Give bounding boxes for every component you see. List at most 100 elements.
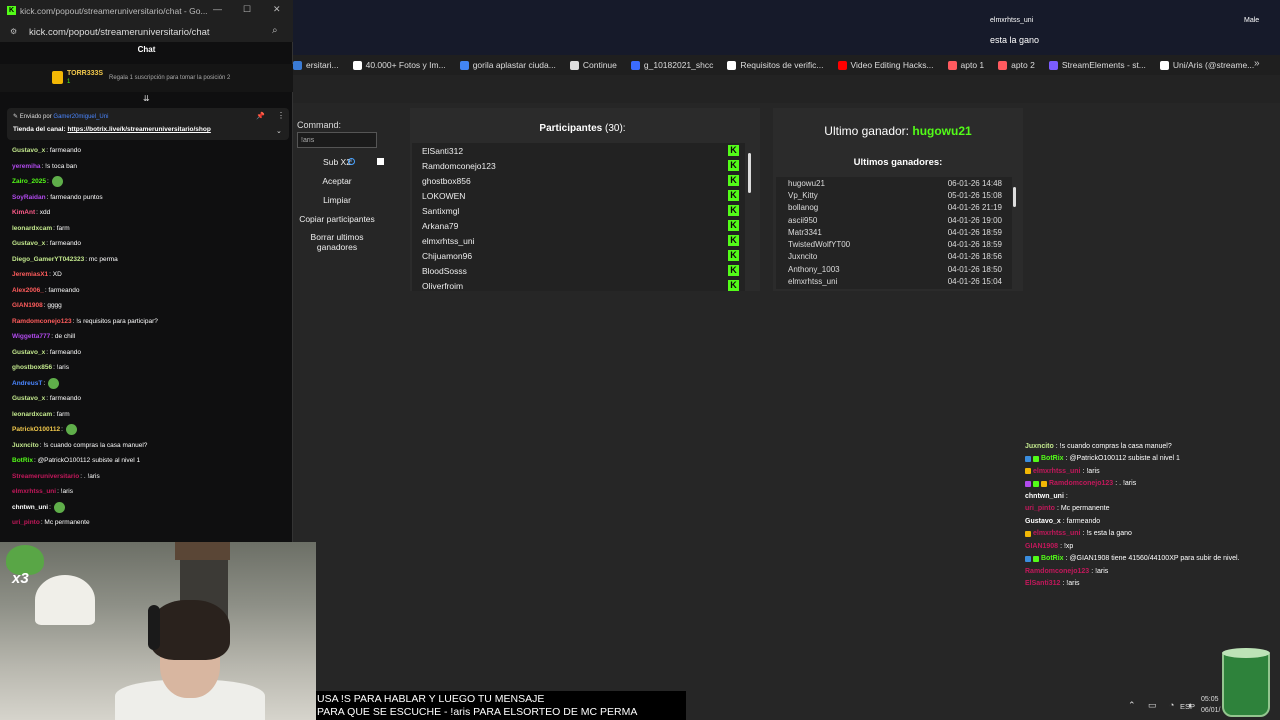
- chevron-down-icon[interactable]: ⌄: [276, 127, 282, 135]
- chat-username[interactable]: Juxncito: [12, 442, 39, 449]
- chat-username[interactable]: Diego_GamerYT042323: [12, 256, 84, 263]
- participant-row[interactable]: LOKOWEN K: [412, 188, 745, 203]
- chat-message-row[interactable]: Alex2006_: farmeando: [0, 283, 293, 299]
- command-input[interactable]: [297, 132, 377, 148]
- chat-message-row[interactable]: leonardxcam: farm: [0, 407, 293, 423]
- copy-participants-button[interactable]: Copiar participantes: [297, 214, 377, 224]
- tray-language[interactable]: ESP: [1180, 702, 1195, 711]
- chat-username[interactable]: GIAN1908: [12, 302, 43, 309]
- sub-x2-checkbox[interactable]: [377, 158, 384, 165]
- chat-message-row[interactable]: SoyRaidan: farmeando puntos: [0, 190, 293, 206]
- tray-date[interactable]: 06/01/: [1201, 707, 1220, 714]
- chat-message-row[interactable]: chntwn_uni:: [0, 500, 293, 516]
- zoom-icon[interactable]: ⌕: [272, 25, 278, 36]
- chat-message-row[interactable]: elmxrhtss_uni: !aris: [0, 484, 293, 500]
- close-icon[interactable]: ✕: [273, 4, 281, 15]
- chat-username[interactable]: elmxrhtss_uni: [12, 488, 56, 495]
- chat-username[interactable]: Wiggetta777: [12, 333, 50, 340]
- pin-icon[interactable]: 📌: [256, 112, 265, 120]
- info-icon[interactable]: i: [348, 158, 355, 165]
- accept-button[interactable]: Aceptar: [297, 176, 377, 186]
- gift-user[interactable]: TORR333S: [67, 70, 103, 77]
- site-settings-icon[interactable]: ⚙: [10, 27, 17, 36]
- bookmark-item[interactable]: apto 1: [947, 60, 984, 70]
- chat-username[interactable]: Ramdomconejo123: [12, 318, 72, 325]
- chat-message-row[interactable]: Gustavo_x: farmeando: [0, 345, 293, 361]
- bookmarks-overflow-icon[interactable]: »: [1254, 58, 1260, 69]
- participant-row[interactable]: Santixmgl K: [412, 203, 745, 218]
- chat-message-row[interactable]: Juxncito: !s cuando compras la casa manu…: [0, 438, 293, 454]
- chat-message-row[interactable]: Zairo_2025:: [0, 174, 293, 190]
- bookmark-item[interactable]: gorila aplastar ciuda...: [459, 60, 556, 70]
- chat-message-row[interactable]: BotRix: @PatrickO100112 subiste al nivel…: [0, 453, 293, 469]
- chat-message-row[interactable]: Ramdomconejo123: !s requisitos para part…: [0, 314, 293, 330]
- chat-message-row[interactable]: Streameruniversitario: . !aris: [0, 469, 293, 485]
- chat-username[interactable]: uri_pinto: [12, 519, 40, 526]
- pinned-by-user[interactable]: Gamer20miguel_Uni: [53, 114, 108, 120]
- winners-scrollbar[interactable]: [1012, 177, 1018, 289]
- chat-message-row[interactable]: yeremiha: !s toca ban: [0, 159, 293, 175]
- chat-username[interactable]: ghostbox856: [12, 364, 52, 371]
- gift-text[interactable]: Regala 1 suscripción para tomar la posic…: [109, 75, 230, 81]
- chat-messages[interactable]: Gustavo_x: farmeando yeremiha: !s toca ba…: [0, 143, 293, 541]
- maximize-icon[interactable]: ☐: [243, 4, 251, 15]
- chat-username[interactable]: JeremiasX1: [12, 271, 48, 278]
- chat-username[interactable]: Gustavo_x: [12, 349, 45, 356]
- bookmark-item[interactable]: apto 2: [998, 60, 1035, 70]
- chat-message-row[interactable]: leonardxcam: farm: [0, 221, 293, 237]
- chat-message-row[interactable]: PatrickO100112:: [0, 422, 293, 438]
- clear-button[interactable]: Limpiar: [297, 195, 377, 205]
- minimize-icon[interactable]: —: [213, 4, 222, 14]
- chat-username[interactable]: BotRix: [12, 457, 33, 464]
- chat-username[interactable]: leonardxcam: [12, 411, 52, 418]
- chat-message-row[interactable]: Gustavo_x: farmeando: [0, 143, 293, 159]
- chat-message-row[interactable]: Diego_GamerYT042323: mc perma: [0, 252, 293, 268]
- chat-username[interactable]: PatrickO100112: [12, 426, 60, 433]
- bookmark-item[interactable]: g_10182021_shcc: [630, 60, 713, 70]
- participant-row[interactable]: Chijuamon96 K: [412, 248, 745, 263]
- delete-winners-button[interactable]: Borrar ultimos ganadores: [297, 232, 377, 252]
- chat-message-row[interactable]: KimAnt: xdd: [0, 205, 293, 221]
- participant-row[interactable]: Arkana79 K: [412, 218, 745, 233]
- bookmark-item[interactable]: Continue: [569, 60, 617, 70]
- bookmark-item[interactable]: ersitari...: [293, 60, 339, 70]
- chat-message-row[interactable]: Gustavo_x: farmeando: [0, 391, 293, 407]
- chat-username[interactable]: chntwn_uni: [12, 504, 48, 511]
- participant-row[interactable]: Oliverfroim K: [412, 278, 745, 291]
- winners-list[interactable]: hugowu21 06-01-26 14:48 Vp_Kitty 05-01-26 1…: [776, 177, 1012, 289]
- chat-username[interactable]: Zairo_2025: [12, 178, 46, 185]
- tray-time[interactable]: 05:05: [1201, 696, 1219, 703]
- participant-row[interactable]: elmxrhtss_uni K: [412, 233, 745, 248]
- bookmark-item[interactable]: Video Editing Hacks...: [837, 60, 934, 70]
- chat-username[interactable]: leonardxcam: [12, 225, 52, 232]
- participants-scrollbar[interactable]: [747, 143, 753, 291]
- chat-username[interactable]: SoyRaidan: [12, 194, 46, 201]
- chat-message-row[interactable]: Gustavo_x: farmeando: [0, 236, 293, 252]
- chat-username[interactable]: Streameruniversitario: [12, 473, 79, 480]
- chat-message-row[interactable]: AndreusT:: [0, 376, 293, 392]
- participants-list[interactable]: ElSanti312 K Ramdomconejo123 Kghostbox856 K L…: [412, 143, 745, 291]
- bookmark-item[interactable]: Uni/Aris (@streame...: [1159, 60, 1254, 70]
- chat-username[interactable]: Gustavo_x: [12, 395, 45, 402]
- bookmark-item[interactable]: 40.000+ Fotos y Im...: [352, 60, 446, 70]
- chat-message-row[interactable]: ghostbox856: !aris: [0, 360, 293, 376]
- chat-message-row[interactable]: uri_pinto: Mc permanente: [0, 515, 293, 531]
- popup-url[interactable]: kick.com/popout/streameruniversitario/ch…: [29, 27, 210, 38]
- chat-message-row[interactable]: Wiggetta777: de chill: [0, 329, 293, 345]
- chat-message-row[interactable]: JeremiasX1: XD: [0, 267, 293, 283]
- chat-username[interactable]: Alex2006_: [12, 287, 44, 294]
- chat-message-row[interactable]: GIAN1908: gggg: [0, 298, 293, 314]
- chat-username[interactable]: yeremiha: [12, 163, 41, 170]
- chat-username[interactable]: Gustavo_x: [12, 240, 45, 247]
- expand-arrow-icon[interactable]: ⇊: [143, 94, 150, 103]
- bookmark-item[interactable]: Requisitos de verific...: [727, 60, 824, 70]
- chat-username[interactable]: AndreusT: [12, 380, 42, 387]
- more-options-icon[interactable]: ⋮: [277, 111, 285, 120]
- participant-row[interactable]: BloodSosss K: [412, 263, 745, 278]
- bookmark-item[interactable]: StreamElements - st...: [1048, 60, 1146, 70]
- participant-row[interactable]: Ramdomconejo123 K: [412, 158, 745, 173]
- pinned-link[interactable]: https://botrix.live/k/streameruniversita…: [67, 126, 210, 133]
- participant-row[interactable]: ghostbox856 K: [412, 173, 745, 188]
- chat-username[interactable]: Gustavo_x: [12, 147, 45, 154]
- chat-username[interactable]: KimAnt: [12, 209, 35, 216]
